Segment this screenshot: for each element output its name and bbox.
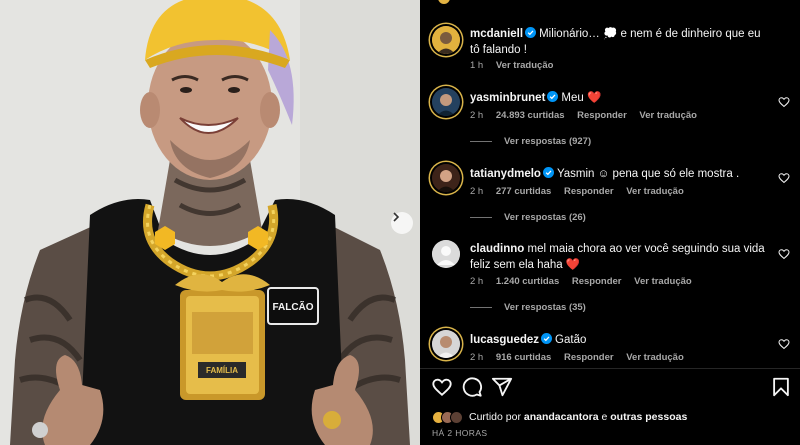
comment-username[interactable]: tatianydmelo: [470, 168, 541, 180]
comment-time: 2 h: [470, 352, 484, 363]
verified-badge-icon: [525, 27, 537, 38]
actions-divider: [420, 368, 800, 369]
comment-username[interactable]: yasminbrunet: [470, 92, 545, 104]
reply-button[interactable]: Responder: [564, 352, 614, 363]
comment-item: yasminbrunet Meu ❤️ 2 h 24.893 curtidas R…: [420, 88, 800, 158]
view-replies-button[interactable]: Ver respostas (927): [470, 136, 591, 147]
avatar[interactable]: [432, 164, 460, 192]
verified-badge-icon: [547, 91, 559, 102]
comment-text-block: claudinno mel maia chora ao ver você seg…: [470, 241, 765, 273]
avatar-tatianydmelo-icon: [432, 164, 460, 192]
caption-time: 1 h: [470, 60, 484, 71]
avatar-lucasguedez-icon: [432, 330, 460, 358]
comment-text: Yasmin ☺ pena que só ele mostra .: [556, 168, 740, 180]
reply-button[interactable]: Responder: [572, 276, 622, 287]
like-comment-heart-icon[interactable]: [778, 338, 790, 350]
heart-emoji: ❤️: [587, 92, 602, 104]
comment-username[interactable]: claudinno: [470, 243, 524, 255]
view-replies-button[interactable]: Ver respostas (26): [470, 212, 586, 223]
post-photo[interactable]: FAMÍLIA FALCÃO: [0, 0, 420, 445]
caption-username[interactable]: mcdaniell: [470, 28, 523, 40]
comment-meta: 2 h 916 curtidas Responder Ver tradução: [470, 352, 694, 363]
story-ring-fragment: [438, 0, 450, 4]
heart-emoji: ❤️: [565, 259, 581, 271]
comment-text-block: tatianydmelo Yasmin ☺ pena que só ele mos…: [470, 166, 765, 182]
next-photo-button[interactable]: [391, 212, 413, 234]
liked-by-user[interactable]: anandacantora: [524, 411, 599, 423]
comment-text: Gatão: [555, 334, 587, 346]
translate-link[interactable]: Ver tradução: [634, 276, 692, 287]
post-actions-bar: [420, 374, 800, 400]
translate-link[interactable]: Ver tradução: [639, 110, 697, 121]
comment-text-block: yasminbrunet Meu ❤️: [470, 90, 765, 106]
liked-by-others[interactable]: outras pessoas: [610, 411, 687, 423]
replies-line: [470, 307, 492, 308]
liked-by-prefix: Curtido por: [469, 411, 521, 423]
post-caption: mcdaniell Milionário… 💭 e nem é de dinhei…: [420, 24, 800, 84]
liked-by-conj: e: [601, 411, 608, 423]
bookmark-icon[interactable]: [770, 376, 792, 398]
heart-icon[interactable]: [431, 376, 453, 398]
photo-illustration: FAMÍLIA FALCÃO: [0, 0, 420, 445]
comment-time: 2 h: [470, 276, 484, 287]
comment-likes[interactable]: 24.893 curtidas: [496, 110, 565, 121]
liked-by-text: Curtido por anandacantora e outras pesso…: [469, 411, 687, 423]
view-replies-label: Ver respostas (26): [504, 212, 586, 223]
caption-meta: 1 h Ver tradução: [470, 60, 563, 71]
comment-time: 2 h: [470, 186, 484, 197]
comment-meta: 2 h 1.240 curtidas Responder Ver traduçã…: [470, 276, 702, 287]
like-comment-heart-icon[interactable]: [778, 172, 790, 184]
comment-item: claudinno mel maia chora ao ver você seg…: [420, 240, 800, 326]
comment-text-block: lucasguedez Gatão: [470, 332, 765, 348]
top-strip: [420, 0, 800, 4]
comments-panel: mcdaniell Milionário… 💭 e nem é de dinhei…: [420, 0, 800, 445]
avatar[interactable]: [432, 26, 460, 54]
liker-avatar: [450, 410, 463, 424]
reply-button[interactable]: Responder: [577, 110, 627, 121]
avatar-mcdaniell-icon: [432, 26, 460, 54]
avatar-yasminbrunet-icon: [432, 88, 460, 116]
comment-item: lucasguedez Gatão 2 h 916 curtidas Respon…: [420, 330, 800, 366]
post-time-ago[interactable]: HÁ 2 HORAS: [432, 428, 488, 438]
avatar[interactable]: [432, 330, 460, 358]
comment-time: 2 h: [470, 110, 484, 121]
falcao-badge-text: FALCÃO: [272, 300, 313, 313]
reply-button[interactable]: Responder: [564, 186, 614, 197]
chevron-right-icon: [393, 212, 400, 222]
replies-line: [470, 141, 492, 142]
comment-meta: 2 h 277 curtidas Responder Ver tradução: [470, 186, 694, 197]
pendant-text: FAMÍLIA: [206, 366, 238, 375]
like-comment-heart-icon[interactable]: [778, 248, 790, 260]
comment-likes[interactable]: 916 curtidas: [496, 352, 551, 363]
replies-line: [470, 217, 492, 218]
view-replies-button[interactable]: Ver respostas (35): [470, 302, 586, 313]
like-comment-heart-icon[interactable]: [778, 96, 790, 108]
translate-link[interactable]: Ver tradução: [626, 186, 684, 197]
comment-text: Meu: [561, 92, 584, 104]
comment-item: tatianydmelo Yasmin ☺ pena que só ele mos…: [420, 164, 800, 234]
comment-likes[interactable]: 277 curtidas: [496, 186, 551, 197]
comment-meta: 2 h 24.893 curtidas Responder Ver traduç…: [470, 110, 707, 121]
liked-by-row: Curtido por anandacantora e outras pesso…: [432, 408, 687, 426]
comment-likes[interactable]: 1.240 curtidas: [496, 276, 559, 287]
avatar[interactable]: [432, 88, 460, 116]
verified-badge-icon: [542, 167, 554, 178]
view-replies-label: Ver respostas (35): [504, 302, 586, 313]
translate-link[interactable]: Ver tradução: [626, 352, 684, 363]
caption-text-block: mcdaniell Milionário… 💭 e nem é de dinhei…: [470, 26, 765, 58]
view-replies-label: Ver respostas (927): [504, 136, 592, 147]
avatar[interactable]: [432, 240, 460, 268]
caption-translate-link[interactable]: Ver tradução: [496, 60, 554, 71]
share-icon[interactable]: [491, 376, 513, 398]
verified-badge-icon: [541, 333, 553, 344]
default-avatar-icon: [432, 240, 460, 268]
comment-icon[interactable]: [461, 376, 483, 398]
comment-username[interactable]: lucasguedez: [470, 334, 539, 346]
